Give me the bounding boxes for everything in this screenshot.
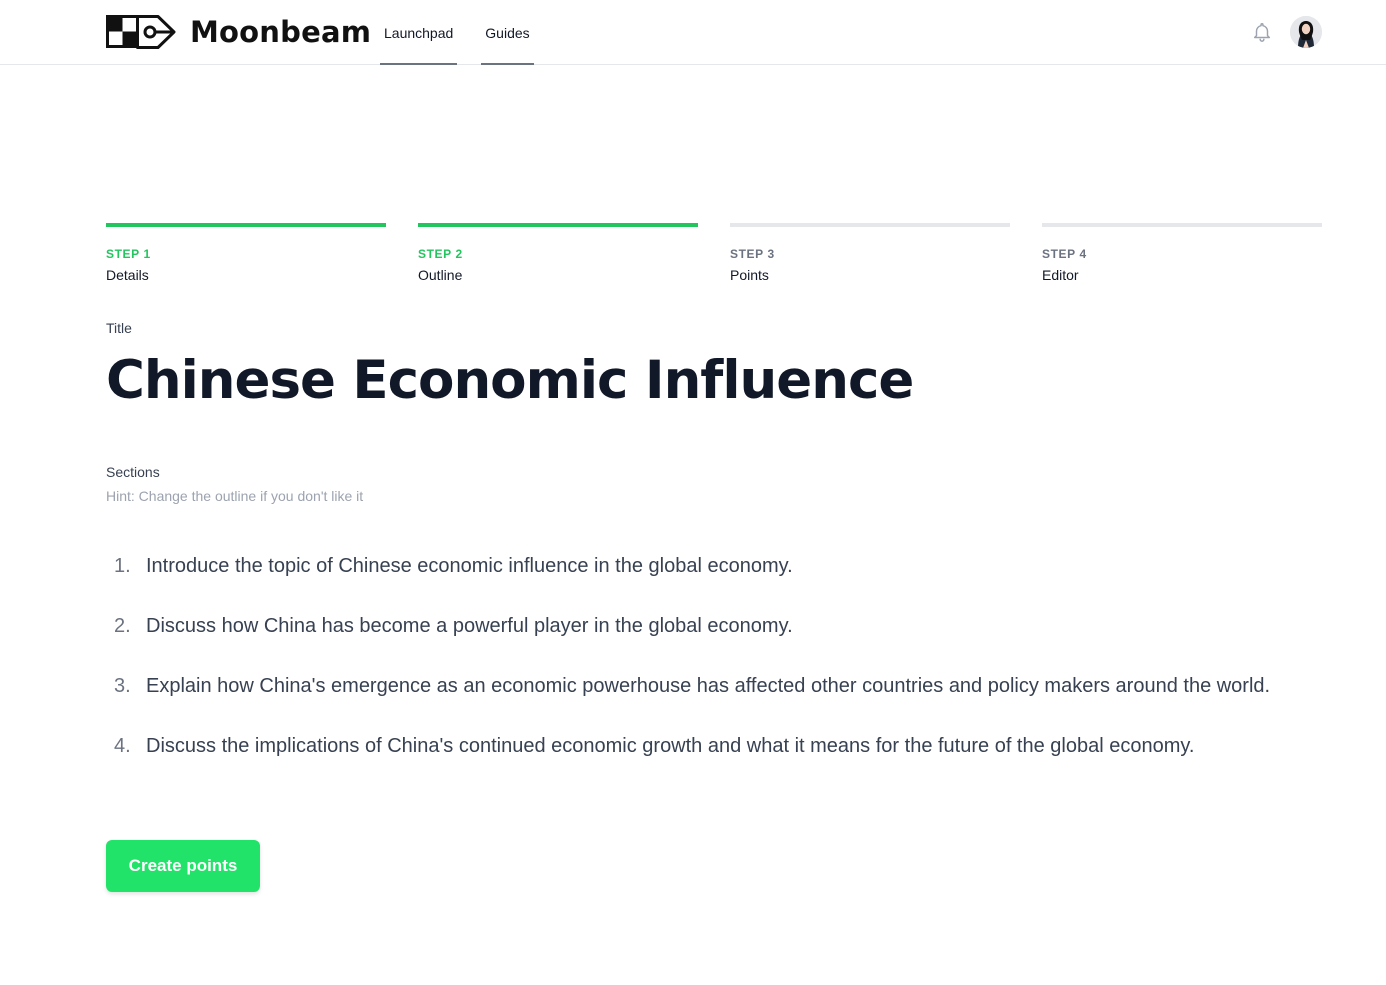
section-item[interactable]: 1. Introduce the topic of Chinese econom… [106,548,1322,584]
moonbeam-logo[interactable]: Moonbeam [106,14,371,50]
step-name: Outline [418,267,463,283]
progress-steps: STEP 1 Details STEP 2 Outline STEP 3 Poi… [106,223,1322,283]
step-progress-bar [418,223,698,227]
nav-item-guides[interactable]: Guides [481,0,534,65]
step-points[interactable]: STEP 3 Points [730,223,1010,283]
section-number: 1. [114,555,131,577]
sections-label: Sections [106,464,160,480]
section-number: 2. [114,615,131,637]
step-progress-bar [1042,223,1322,227]
nav-item-label: Guides [485,24,530,41]
step-number: STEP 4 [1042,247,1087,261]
sections-hint: Hint: Change the outline if you don't li… [106,488,364,504]
step-name: Points [730,267,769,283]
section-text[interactable]: Explain how China's emergence as an econ… [146,668,1322,704]
nav-item-launchpad[interactable]: Launchpad [380,0,458,65]
guide-title[interactable]: Chinese Economic Influence [106,350,914,411]
create-points-button[interactable]: Create points [106,840,260,892]
section-item[interactable]: 2. Discuss how China has become a powerf… [106,608,1322,644]
user-avatar[interactable] [1290,16,1322,48]
title-label: Title [106,320,132,336]
step-number: STEP 2 [418,247,463,261]
avatar-portrait-icon [1290,16,1322,48]
step-number: STEP 3 [730,247,775,261]
sections-list: 1. Introduce the topic of Chinese econom… [106,548,1322,788]
section-text[interactable]: Introduce the topic of Chinese economic … [146,548,1322,584]
step-progress-bar [730,223,1010,227]
bell-icon[interactable] [1251,20,1273,44]
section-text[interactable]: Discuss the implications of China's cont… [146,728,1322,764]
step-editor[interactable]: STEP 4 Editor [1042,223,1322,283]
top-navbar: Moonbeam Launchpad Guides [0,0,1386,65]
moonbeam-logo-icon [106,15,176,49]
section-item[interactable]: 4. Discuss the implications of China's c… [106,728,1322,764]
section-number: 4. [114,735,131,757]
app-name: Moonbeam [190,15,372,49]
step-number: STEP 1 [106,247,151,261]
section-number: 3. [114,675,131,697]
step-name: Details [106,267,149,283]
step-details[interactable]: STEP 1 Details [106,223,386,283]
step-outline[interactable]: STEP 2 Outline [418,223,698,283]
section-item[interactable]: 3. Explain how China's emergence as an e… [106,668,1322,704]
step-progress-bar [106,223,386,227]
nav-item-label: Launchpad [384,24,454,41]
step-name: Editor [1042,267,1079,283]
main-nav: Launchpad Guides [380,0,558,65]
section-text[interactable]: Discuss how China has become a powerful … [146,608,1322,644]
